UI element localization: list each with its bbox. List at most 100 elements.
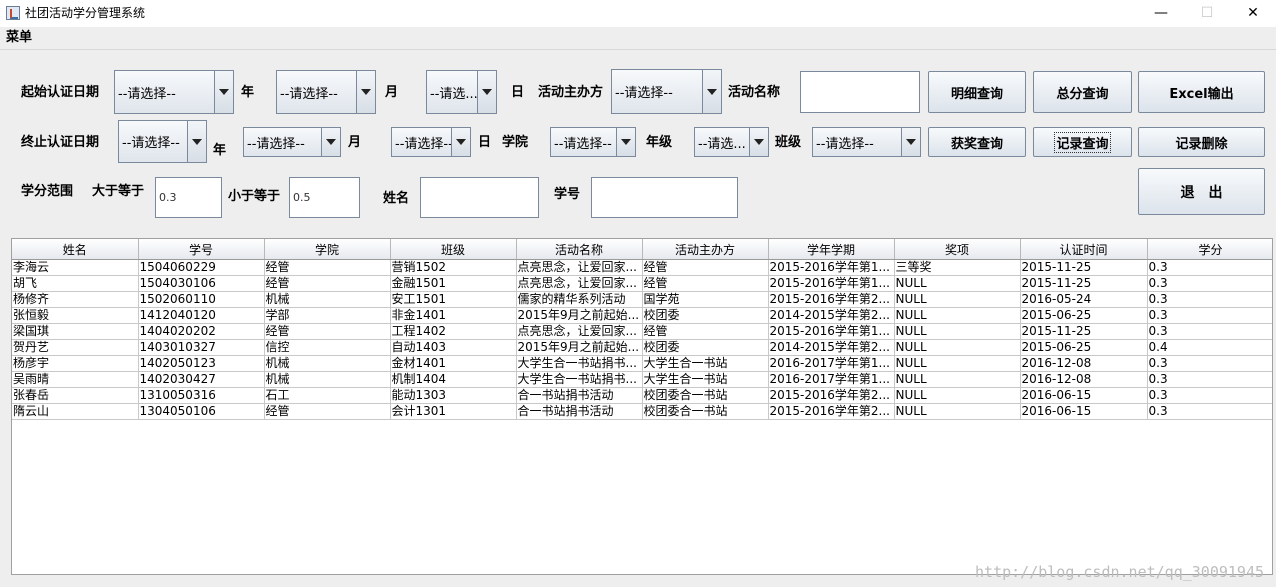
table-cell[interactable]: 2016-12-08 (1020, 371, 1148, 388)
start-day-select[interactable]: --请选... (426, 70, 497, 114)
table-cell[interactable]: 0.3 (1147, 307, 1272, 324)
table-cell[interactable]: 2016-12-08 (1020, 355, 1148, 372)
table-cell[interactable]: 营销1502 (390, 259, 517, 276)
table-cell[interactable]: 校团委 (642, 307, 769, 324)
table-cell[interactable]: 机械 (264, 371, 391, 388)
table-cell[interactable]: 大学生合一书站 (642, 371, 769, 388)
table-cell[interactable]: 2015-11-25 (1020, 275, 1148, 292)
table-cell[interactable]: 1310050316 (138, 387, 265, 404)
table-row[interactable]: 隋云山 1304050106 经管 会计1301 合一书站捐书活动 校团委合一书站 2015… (12, 403, 1272, 420)
table-cell[interactable]: 合一书站捐书活动 (516, 387, 643, 404)
column-header-award[interactable]: 奖项 (894, 239, 1021, 260)
record-query-button[interactable]: 记录查询 (1033, 127, 1132, 157)
table-cell[interactable]: 经管 (264, 275, 391, 292)
table-cell[interactable]: 2015-2016学年第1... (768, 275, 895, 292)
table-cell[interactable]: 2016-2017学年第1... (768, 371, 895, 388)
close-button[interactable]: ✕ (1230, 0, 1276, 27)
table-cell[interactable]: NULL (894, 291, 1021, 308)
table-cell[interactable]: 2015-11-25 (1020, 323, 1148, 340)
table-cell[interactable]: 胡飞 (12, 275, 139, 292)
column-header-college[interactable]: 学院 (264, 239, 391, 260)
table-cell[interactable]: 2016-05-24 (1020, 291, 1148, 308)
table-row[interactable]: 杨修齐 1502060110 机械 安工1501 儒家的精华系列活动 国学苑 2015-20… (12, 291, 1272, 308)
table-cell[interactable]: 2015-2016学年第2... (768, 403, 895, 420)
table-cell[interactable]: 0.3 (1147, 291, 1272, 308)
table-cell[interactable]: 1412040120 (138, 307, 265, 324)
table-cell[interactable]: 大学生合一书站 (642, 355, 769, 372)
table-cell[interactable]: 大学生合一书站捐书... (516, 355, 643, 372)
excel-export-button[interactable]: Excel输出 (1138, 71, 1265, 113)
detail-query-button[interactable]: 明细查询 (928, 71, 1026, 113)
table-cell[interactable]: 1304050106 (138, 403, 265, 420)
table-cell[interactable]: 工程1402 (390, 323, 517, 340)
column-header-student-id[interactable]: 学号 (138, 239, 265, 260)
table-cell[interactable]: 2015-2016学年第1... (768, 259, 895, 276)
class-select[interactable]: --请选择-- (812, 127, 921, 157)
table-row[interactable]: 李海云 1504060229 经管 营销1502 点亮思念，让爱回家... 经管 2015-… (12, 259, 1272, 276)
table-cell[interactable]: 0.3 (1147, 387, 1272, 404)
credit-min-input[interactable]: 0.3 (155, 177, 222, 218)
column-header-term[interactable]: 学年学期 (768, 239, 895, 260)
exit-button[interactable]: 退 出 (1138, 168, 1265, 215)
table-cell[interactable]: 0.3 (1147, 371, 1272, 388)
table-cell[interactable]: 石工 (264, 387, 391, 404)
table-cell[interactable]: 非金1401 (390, 307, 517, 324)
table-cell[interactable]: 学部 (264, 307, 391, 324)
table-cell[interactable]: 1502060110 (138, 291, 265, 308)
table-cell[interactable]: 0.3 (1147, 275, 1272, 292)
end-year-select[interactable]: --请选择-- (118, 120, 207, 163)
table-cell[interactable]: NULL (894, 387, 1021, 404)
table-cell[interactable]: 1403010327 (138, 339, 265, 356)
table-cell[interactable]: 金融1501 (390, 275, 517, 292)
table-cell[interactable]: 2015-2016学年第2... (768, 387, 895, 404)
student-id-input[interactable] (591, 177, 738, 218)
column-header-class[interactable]: 班级 (390, 239, 517, 260)
table-cell[interactable]: 机械 (264, 355, 391, 372)
maximize-button[interactable]: ☐ (1184, 0, 1230, 27)
table-cell[interactable]: NULL (894, 371, 1021, 388)
table-cell[interactable]: 金材1401 (390, 355, 517, 372)
table-row[interactable]: 吴雨晴 1402030427 机械 机制1404 大学生合一书站捐书... 大学生合一书站… (12, 371, 1272, 388)
table-cell[interactable]: 校团委 (642, 339, 769, 356)
table-cell[interactable]: 梁国琪 (12, 323, 139, 340)
table-cell[interactable]: 2016-06-15 (1020, 387, 1148, 404)
table-cell[interactable]: 1504060229 (138, 259, 265, 276)
table-cell[interactable]: 国学苑 (642, 291, 769, 308)
table-cell[interactable]: 经管 (264, 323, 391, 340)
table-cell[interactable]: 2015-11-25 (1020, 259, 1148, 276)
table-row[interactable]: 胡飞 1504030106 经管 金融1501 点亮思念，让爱回家... 经管 2015-2… (12, 275, 1272, 292)
grade-select[interactable]: --请选... (694, 127, 769, 157)
end-month-select[interactable]: --请选择-- (243, 127, 341, 157)
table-cell[interactable]: 儒家的精华系列活动 (516, 291, 643, 308)
table-row[interactable]: 张春岳 1310050316 石工 能动1303 合一书站捐书活动 校团委合一书站 2015… (12, 387, 1272, 404)
table-cell[interactable]: 1404020202 (138, 323, 265, 340)
table-cell[interactable]: 三等奖 (894, 259, 1021, 276)
table-row[interactable]: 贺丹艺 1403010327 信控 自动1403 2015年9月之前起始... 校团委 20… (12, 339, 1272, 356)
table-cell[interactable]: 大学生合一书站捐书... (516, 371, 643, 388)
table-cell[interactable]: NULL (894, 403, 1021, 420)
table-cell[interactable]: 2015年9月之前起始... (516, 307, 643, 324)
column-header-credit[interactable]: 学分 (1147, 239, 1272, 260)
table-cell[interactable]: 2016-06-15 (1020, 403, 1148, 420)
college-select[interactable]: --请选择-- (550, 127, 636, 157)
table-cell[interactable]: 点亮思念，让爱回家... (516, 259, 643, 276)
name-input[interactable] (420, 177, 539, 218)
table-cell[interactable]: NULL (894, 307, 1021, 324)
table-cell[interactable]: 2016-2017学年第1... (768, 355, 895, 372)
activity-name-input[interactable] (800, 71, 920, 113)
table-cell[interactable]: 2014-2015学年第2... (768, 307, 895, 324)
start-month-select[interactable]: --请选择-- (276, 70, 376, 114)
table-cell[interactable]: 校团委合一书站 (642, 403, 769, 420)
column-header-cert-time[interactable]: 认证时间 (1020, 239, 1148, 260)
credit-max-input[interactable]: 0.5 (289, 177, 360, 218)
table-row[interactable]: 杨彦宇 1402050123 机械 金材1401 大学生合一书站捐书... 大学生合一书站… (12, 355, 1272, 372)
table-cell[interactable]: 贺丹艺 (12, 339, 139, 356)
table-cell[interactable]: NULL (894, 355, 1021, 372)
table-cell[interactable]: 李海云 (12, 259, 139, 276)
table-cell[interactable]: 2015-2016学年第2... (768, 291, 895, 308)
table-cell[interactable]: 2015-06-25 (1020, 307, 1148, 324)
total-query-button[interactable]: 总分查询 (1033, 71, 1132, 113)
table-cell[interactable]: 经管 (264, 403, 391, 420)
table-cell[interactable]: 2015-06-25 (1020, 339, 1148, 356)
table-cell[interactable]: 机械 (264, 291, 391, 308)
